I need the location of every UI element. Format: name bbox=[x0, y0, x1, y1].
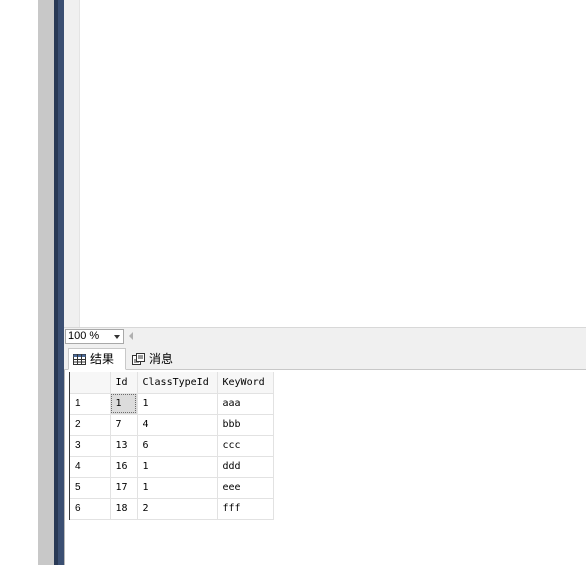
cell-id[interactable]: 18 bbox=[110, 498, 138, 520]
table-row: 6 18 2 fff bbox=[70, 498, 274, 520]
column-header-id[interactable]: Id bbox=[110, 372, 138, 394]
row-number[interactable]: 4 bbox=[70, 456, 111, 478]
row-number[interactable]: 5 bbox=[70, 477, 111, 499]
messages-icon bbox=[132, 353, 145, 365]
editor-gutter bbox=[64, 0, 80, 327]
cell-id[interactable]: 17 bbox=[110, 477, 138, 499]
results-pane: Id ClassTypeId KeyWord 1 1 1 aaa 2 7 4 b… bbox=[64, 370, 586, 565]
cell-classtypeid[interactable]: 2 bbox=[137, 498, 218, 520]
cell-keyword[interactable]: bbb bbox=[217, 414, 274, 436]
cell-id[interactable]: 13 bbox=[110, 435, 138, 457]
table-row: 4 16 1 ddd bbox=[70, 456, 274, 478]
table-row: 5 17 1 eee bbox=[70, 477, 274, 499]
results-table: Id ClassTypeId KeyWord 1 1 1 aaa 2 7 4 b… bbox=[70, 372, 274, 520]
tab-messages-label: 消息 bbox=[149, 352, 174, 366]
query-editor[interactable] bbox=[80, 0, 586, 327]
cell-id[interactable]: 1 bbox=[110, 393, 138, 415]
results-tab-bar: 结果 消息 bbox=[64, 345, 586, 370]
table-row: 1 1 1 aaa bbox=[70, 393, 274, 415]
cell-keyword[interactable]: ccc bbox=[217, 435, 274, 457]
column-header-keyword[interactable]: KeyWord bbox=[217, 372, 274, 394]
scroll-left-icon[interactable] bbox=[129, 332, 133, 340]
row-number[interactable]: 1 bbox=[70, 393, 111, 415]
tab-messages[interactable]: 消息 bbox=[128, 348, 188, 370]
results-grid[interactable]: Id ClassTypeId KeyWord 1 1 1 aaa 2 7 4 b… bbox=[69, 372, 274, 520]
table-row: 2 7 4 bbb bbox=[70, 414, 274, 436]
cell-classtypeid[interactable]: 6 bbox=[137, 435, 218, 457]
zoom-value: 100 % bbox=[68, 330, 100, 342]
left-margin bbox=[0, 0, 38, 565]
cell-classtypeid[interactable]: 1 bbox=[137, 456, 218, 478]
cell-classtypeid[interactable]: 1 bbox=[137, 393, 218, 415]
header-row: Id ClassTypeId KeyWord bbox=[70, 372, 274, 394]
cell-keyword[interactable]: eee bbox=[217, 477, 274, 499]
cell-classtypeid[interactable]: 1 bbox=[137, 477, 218, 499]
row-number[interactable]: 3 bbox=[70, 435, 111, 457]
zoom-bar: 100 % bbox=[64, 327, 586, 345]
cell-keyword[interactable]: ddd bbox=[217, 456, 274, 478]
cell-id[interactable]: 16 bbox=[110, 456, 138, 478]
ssms-window: 100 % 结果 消息 Id ClassTypeId KeyWord 1 1 1… bbox=[0, 0, 586, 565]
corner-cell[interactable] bbox=[70, 372, 111, 394]
cell-id[interactable]: 7 bbox=[110, 414, 138, 436]
column-header-classtypeid[interactable]: ClassTypeId bbox=[137, 372, 218, 394]
zoom-dropdown[interactable]: 100 % bbox=[65, 329, 124, 344]
left-gray-border bbox=[38, 0, 54, 565]
grid-icon bbox=[73, 353, 86, 365]
chevron-down-icon[interactable] bbox=[114, 335, 120, 339]
cell-classtypeid[interactable]: 4 bbox=[137, 414, 218, 436]
cell-keyword[interactable]: fff bbox=[217, 498, 274, 520]
tab-results[interactable]: 结果 bbox=[68, 348, 126, 370]
row-number[interactable]: 2 bbox=[70, 414, 111, 436]
table-row: 3 13 6 ccc bbox=[70, 435, 274, 457]
row-number[interactable]: 6 bbox=[70, 498, 111, 520]
tab-results-label: 结果 bbox=[90, 352, 115, 366]
cell-keyword[interactable]: aaa bbox=[217, 393, 274, 415]
